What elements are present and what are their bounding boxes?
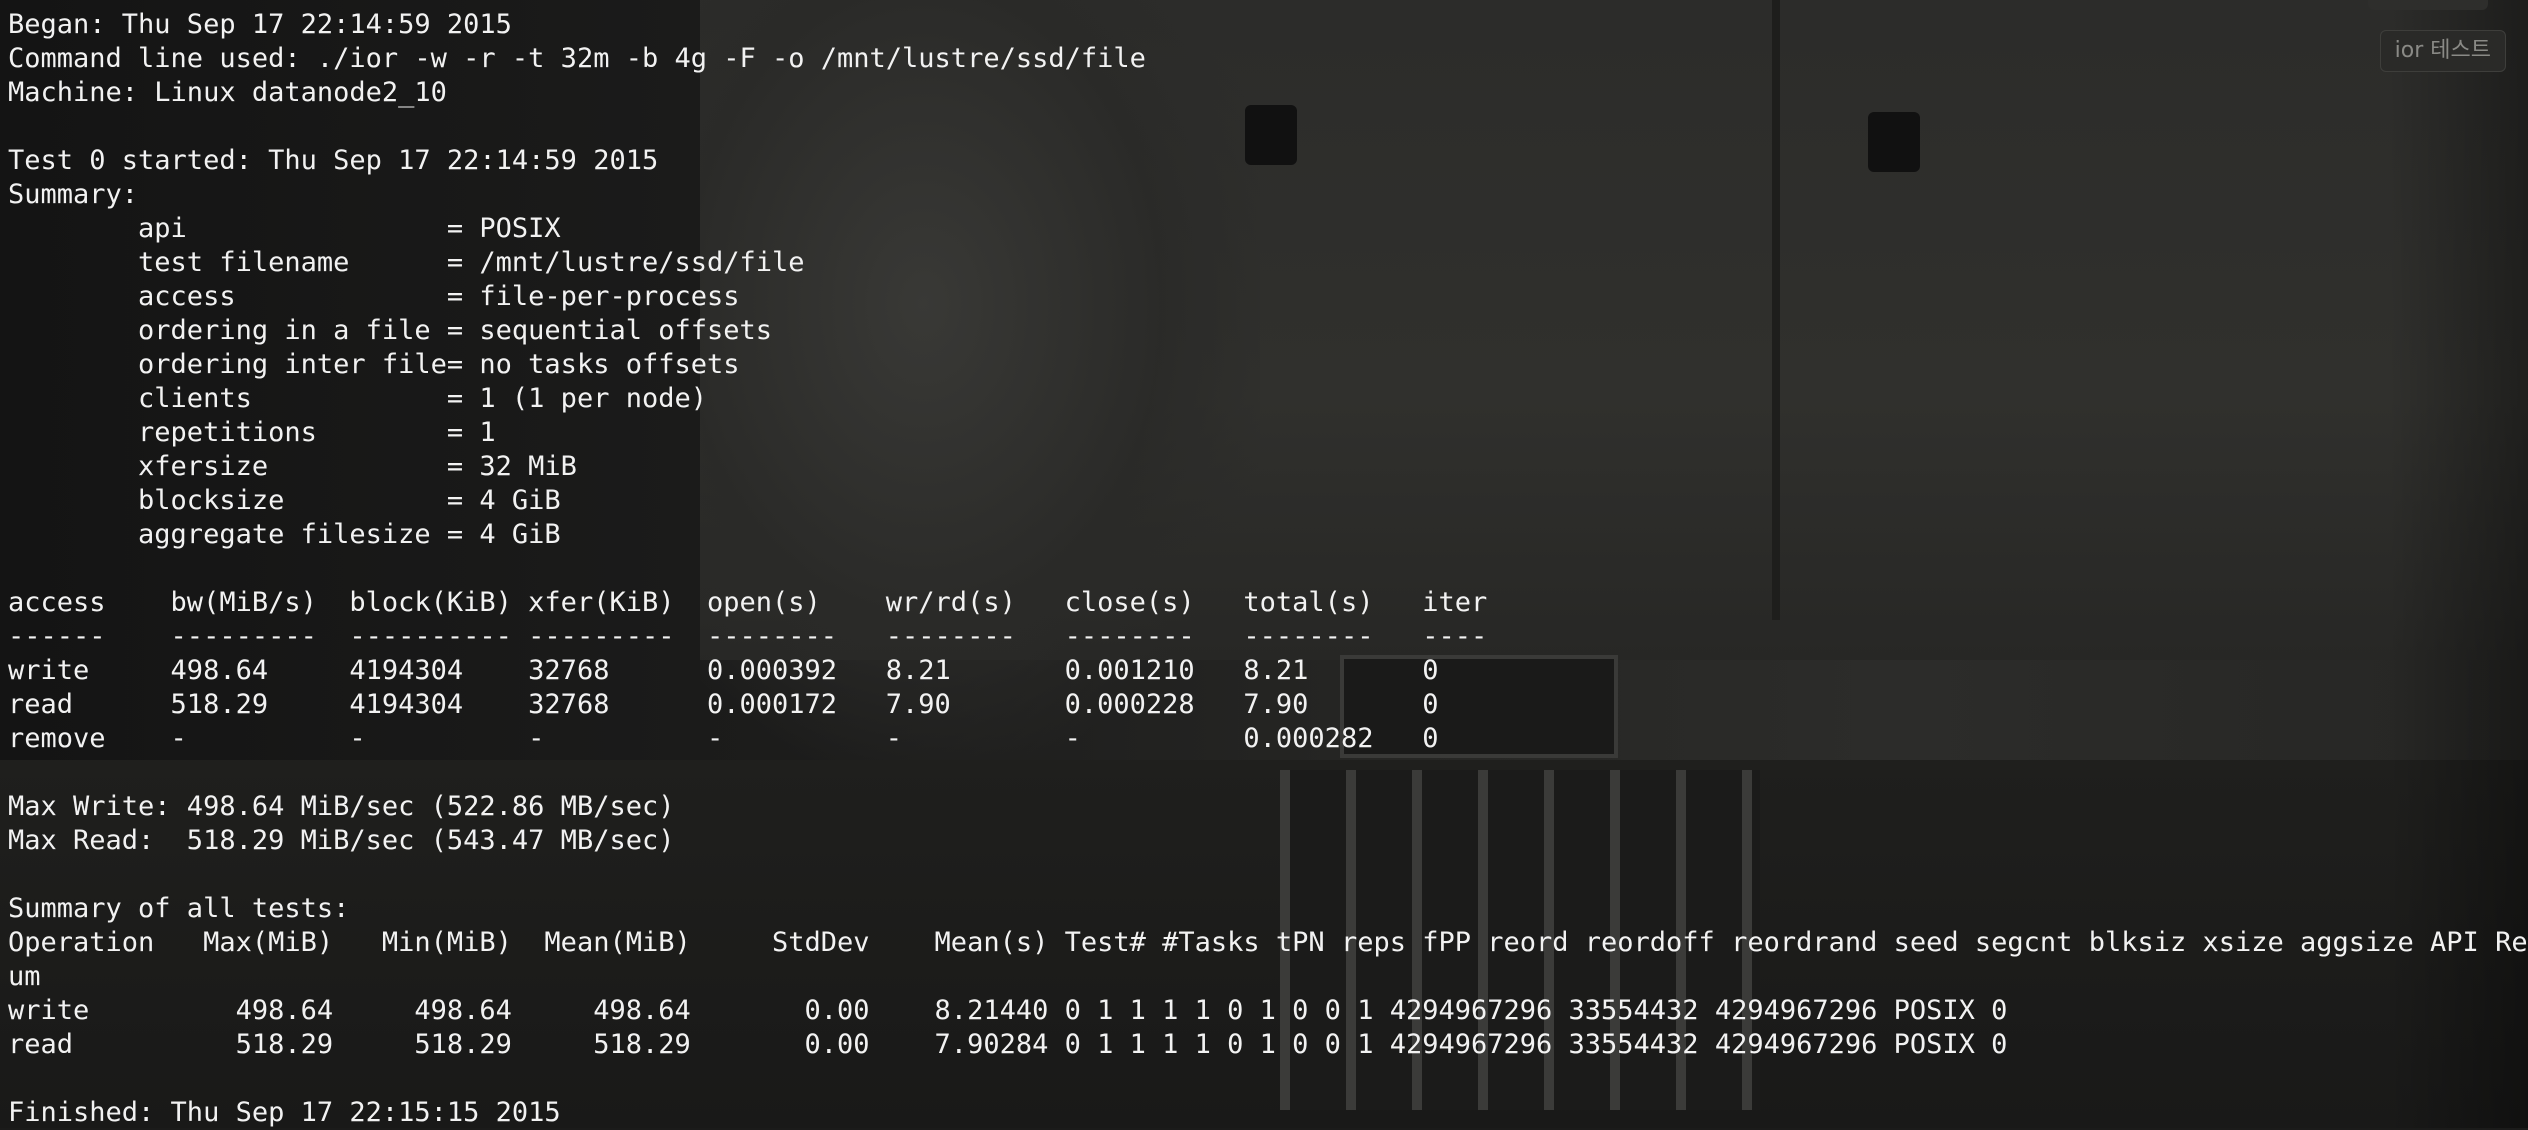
terminal-line: Max Read: 518.29 MiB/sec (543.47 MB/sec) xyxy=(8,825,675,856)
terminal-line: test filename = /mnt/lustre/ssd/file xyxy=(8,247,805,278)
terminal-line: clients = 1 (1 per node) xyxy=(8,383,707,414)
terminal-line: api = POSIX xyxy=(8,213,561,244)
terminal-line: Operation Max(MiB) Min(MiB) Mean(MiB) St… xyxy=(8,927,2528,958)
terminal-output[interactable]: Began: Thu Sep 17 22:14:59 2015 Command l… xyxy=(8,8,2528,1130)
terminal-line: ordering in a file = sequential offsets xyxy=(8,315,773,346)
terminal-line: ordering inter file= no tasks offsets xyxy=(8,349,740,380)
terminal-line: read 518.29 518.29 518.29 0.00 7.90284 0… xyxy=(8,1029,2008,1060)
terminal-line: aggregate filesize = 4 GiB xyxy=(8,519,561,550)
terminal-line: xfersize = 32 MiB xyxy=(8,451,577,482)
terminal-line: blocksize = 4 GiB xyxy=(8,485,561,516)
terminal-line: access bw(MiB/s) block(KiB) xfer(KiB) op… xyxy=(8,587,1488,618)
terminal-line: write 498.64 498.64 498.64 0.00 8.21440 … xyxy=(8,995,2008,1026)
terminal-line: Summary of all tests: xyxy=(8,893,350,924)
terminal-line: ------ --------- ---------- --------- --… xyxy=(8,621,1488,652)
terminal-line: Summary: xyxy=(8,179,139,210)
terminal-line: Began: Thu Sep 17 22:14:59 2015 xyxy=(8,9,512,40)
terminal-line: Max Write: 498.64 MiB/sec (522.86 MB/sec… xyxy=(8,791,675,822)
terminal-line: write 498.64 4194304 32768 0.000392 8.21… xyxy=(8,655,1439,686)
terminal-line: access = file-per-process xyxy=(8,281,740,312)
terminal-line: repetitions = 1 xyxy=(8,417,496,448)
terminal-line: Test 0 started: Thu Sep 17 22:14:59 2015 xyxy=(8,145,659,176)
terminal-line: Finished: Thu Sep 17 22:15:15 2015 xyxy=(8,1097,561,1128)
terminal-line: Command line used: ./ior -w -r -t 32m -b… xyxy=(8,43,1146,74)
terminal-line: Machine: Linux datanode2_10 xyxy=(8,77,447,108)
terminal-line: um xyxy=(8,961,41,992)
terminal-line: read 518.29 4194304 32768 0.000172 7.90 … xyxy=(8,689,1439,720)
terminal-line: remove - - - - - - 0.000282 0 xyxy=(8,723,1439,754)
